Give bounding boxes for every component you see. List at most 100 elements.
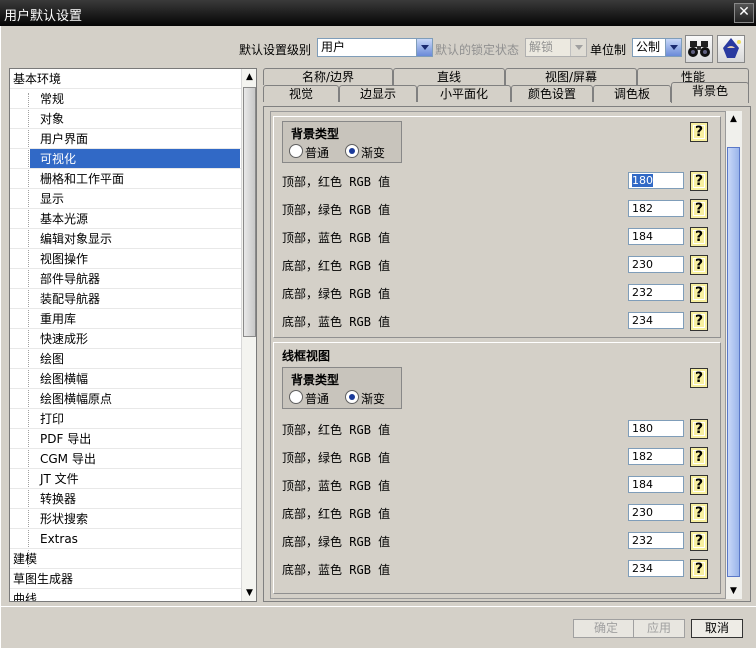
help-button[interactable]: ?	[690, 531, 708, 551]
tree-item-label: 编辑对象显示	[40, 232, 113, 246]
tree-scroll-thumb[interactable]	[243, 87, 256, 337]
settings-toolbar: 默认设置级别 用户 默认的锁定状态 解锁 单位制 公制	[1, 32, 756, 63]
tree-item[interactable]: 显示	[40, 189, 64, 209]
scroll-up-icon[interactable]: ▲	[242, 69, 256, 85]
level-combo[interactable]: 用户	[317, 38, 433, 57]
radio-plain[interactable]	[289, 144, 303, 158]
rgb-value-input[interactable]: 234	[628, 312, 684, 329]
help-button[interactable]: ?	[690, 171, 708, 191]
help-button[interactable]: ?	[690, 122, 708, 142]
wire-radio-plain[interactable]	[289, 390, 303, 404]
ok-button[interactable]: 确定	[573, 619, 639, 638]
tree-item-label: 绘图横幅原点	[40, 392, 113, 406]
lock-label: 默认的锁定状态	[435, 43, 520, 57]
tree-item[interactable]: JT 文件	[40, 469, 79, 489]
tree-item[interactable]: 草图生成器	[13, 569, 73, 589]
tab-edge-display[interactable]: 边显示	[339, 85, 417, 102]
tab-lines[interactable]: 直线	[393, 68, 505, 85]
tree-item-label: 快速成形	[40, 332, 89, 346]
tree-item[interactable]: 常规	[40, 89, 64, 109]
tree-item[interactable]: 快速成形	[40, 329, 88, 349]
help-button[interactable]: ?	[690, 255, 708, 275]
tree-item[interactable]: 重用库	[40, 309, 76, 329]
rgb-value-input[interactable]: 234	[628, 560, 684, 577]
help-button[interactable]: ?	[690, 227, 708, 247]
help-button[interactable]: ?	[690, 368, 708, 388]
help-button[interactable]: ?	[690, 503, 708, 523]
tree-scrollbar[interactable]: ▲ ▼	[241, 69, 256, 601]
tree-item[interactable]: PDF 导出	[40, 429, 91, 449]
tree-item[interactable]: 绘图横幅原点	[40, 389, 112, 409]
rgb-value-input[interactable]: 232	[628, 284, 684, 301]
tree-item-label: 绘图横幅	[40, 372, 89, 386]
radio-gradient[interactable]	[345, 144, 359, 158]
help-button[interactable]: ?	[690, 475, 708, 495]
help-button[interactable]: ?	[690, 559, 708, 579]
help-button[interactable]: ?	[690, 419, 708, 439]
scroll-down-icon[interactable]: ▼	[726, 583, 741, 599]
help-button[interactable]: ?	[690, 311, 708, 331]
tab-visual[interactable]: 视觉	[263, 85, 339, 102]
tree-item[interactable]: 对象	[40, 109, 64, 129]
panel-scroll-thumb[interactable]	[727, 147, 740, 577]
tree-item[interactable]: 基本光源	[40, 209, 88, 229]
help-button[interactable]: ?	[690, 283, 708, 303]
tree-item[interactable]: CGM 导出	[40, 449, 96, 469]
help-button[interactable]: ?	[690, 447, 708, 467]
unit-combo[interactable]: 公制	[632, 38, 682, 57]
tree-item[interactable]: 用户界面	[40, 129, 88, 149]
settings-panel: 名称/边界 直线 视图/屏幕 性能 视觉 边显示 小平面化 颜色设置 调色板 背…	[263, 68, 751, 602]
tree-item[interactable]: 打印	[40, 409, 64, 429]
tree-item-label: 草图生成器	[13, 572, 74, 586]
tree-item[interactable]: 形状搜索	[40, 509, 88, 529]
apply-button[interactable]: 应用	[633, 619, 685, 638]
tree-item[interactable]: 装配导航器	[40, 289, 100, 309]
bg-type-label: 背景类型	[291, 127, 340, 141]
rgb-value-input[interactable]: 182	[628, 200, 684, 217]
tree-item-label: 显示	[40, 192, 65, 206]
tree-item[interactable]: 可视化	[30, 149, 240, 169]
find-button[interactable]	[685, 35, 713, 63]
scroll-down-icon[interactable]: ▼	[242, 585, 256, 601]
rgb-value-input[interactable]: 182	[628, 448, 684, 465]
rgb-value-input[interactable]: 180	[628, 172, 684, 189]
context-help-button[interactable]	[717, 35, 745, 63]
category-tree[interactable]: 基本环境 常规 对象 用户界面 可视化 栅格和工作平面显示基本光源编辑对象显示视图操作部件…	[9, 68, 257, 602]
rgb-value-input[interactable]: 184	[628, 228, 684, 245]
tree-item[interactable]: 栅格和工作平面	[40, 169, 124, 189]
tree-item-label: 部件导航器	[40, 272, 101, 286]
rgb-value-input[interactable]: 230	[628, 256, 684, 273]
panel-scrollbar[interactable]: ▲ ▼	[726, 111, 742, 599]
tree-item[interactable]: 绘图	[40, 349, 64, 369]
rgb-value-input[interactable]: 184	[628, 476, 684, 493]
tree-item[interactable]: 基本环境	[13, 69, 61, 89]
dialog-body: 默认设置级别 用户 默认的锁定状态 解锁 单位制 公制 基本环境 常规 对象 用…	[0, 26, 756, 648]
level-label: 默认设置级别	[239, 43, 312, 57]
tree-item[interactable]: 转换器	[40, 489, 76, 509]
wire-radio-gradient[interactable]	[345, 390, 359, 404]
tree-item[interactable]: 编辑对象显示	[40, 229, 112, 249]
tree-item[interactable]: 曲线	[13, 589, 37, 601]
help-button[interactable]: ?	[690, 199, 708, 219]
tree-item[interactable]: 绘图横幅	[40, 369, 88, 389]
rgb-value-input[interactable]: 232	[628, 532, 684, 549]
chevron-down-icon[interactable]	[665, 39, 681, 56]
cancel-button[interactable]: 取消	[691, 619, 743, 638]
tree-item[interactable]: 建模	[13, 549, 37, 569]
tab-background[interactable]: 背景色	[671, 82, 749, 103]
close-button[interactable]: ✕	[734, 3, 754, 23]
tab-view-screen[interactable]: 视图/屏幕	[505, 68, 637, 85]
tab-names-borders[interactable]: 名称/边界	[263, 68, 393, 85]
chevron-down-icon[interactable]	[416, 39, 432, 56]
button-bar: 确定 应用 取消	[1, 606, 756, 648]
tree-item[interactable]: Extras	[40, 529, 78, 549]
scroll-up-icon[interactable]: ▲	[726, 111, 741, 127]
tab-faceting[interactable]: 小平面化	[417, 85, 511, 102]
tree-item[interactable]: 部件导航器	[40, 269, 100, 289]
tab-palette[interactable]: 调色板	[593, 85, 671, 102]
rgb-value-input[interactable]: 180	[628, 420, 684, 437]
tab-color-settings[interactable]: 颜色设置	[511, 85, 593, 102]
rgb-value-input[interactable]: 230	[628, 504, 684, 521]
rgb-row-label: 顶部，红色 RGB 值	[282, 175, 391, 189]
tree-item[interactable]: 视图操作	[40, 249, 88, 269]
